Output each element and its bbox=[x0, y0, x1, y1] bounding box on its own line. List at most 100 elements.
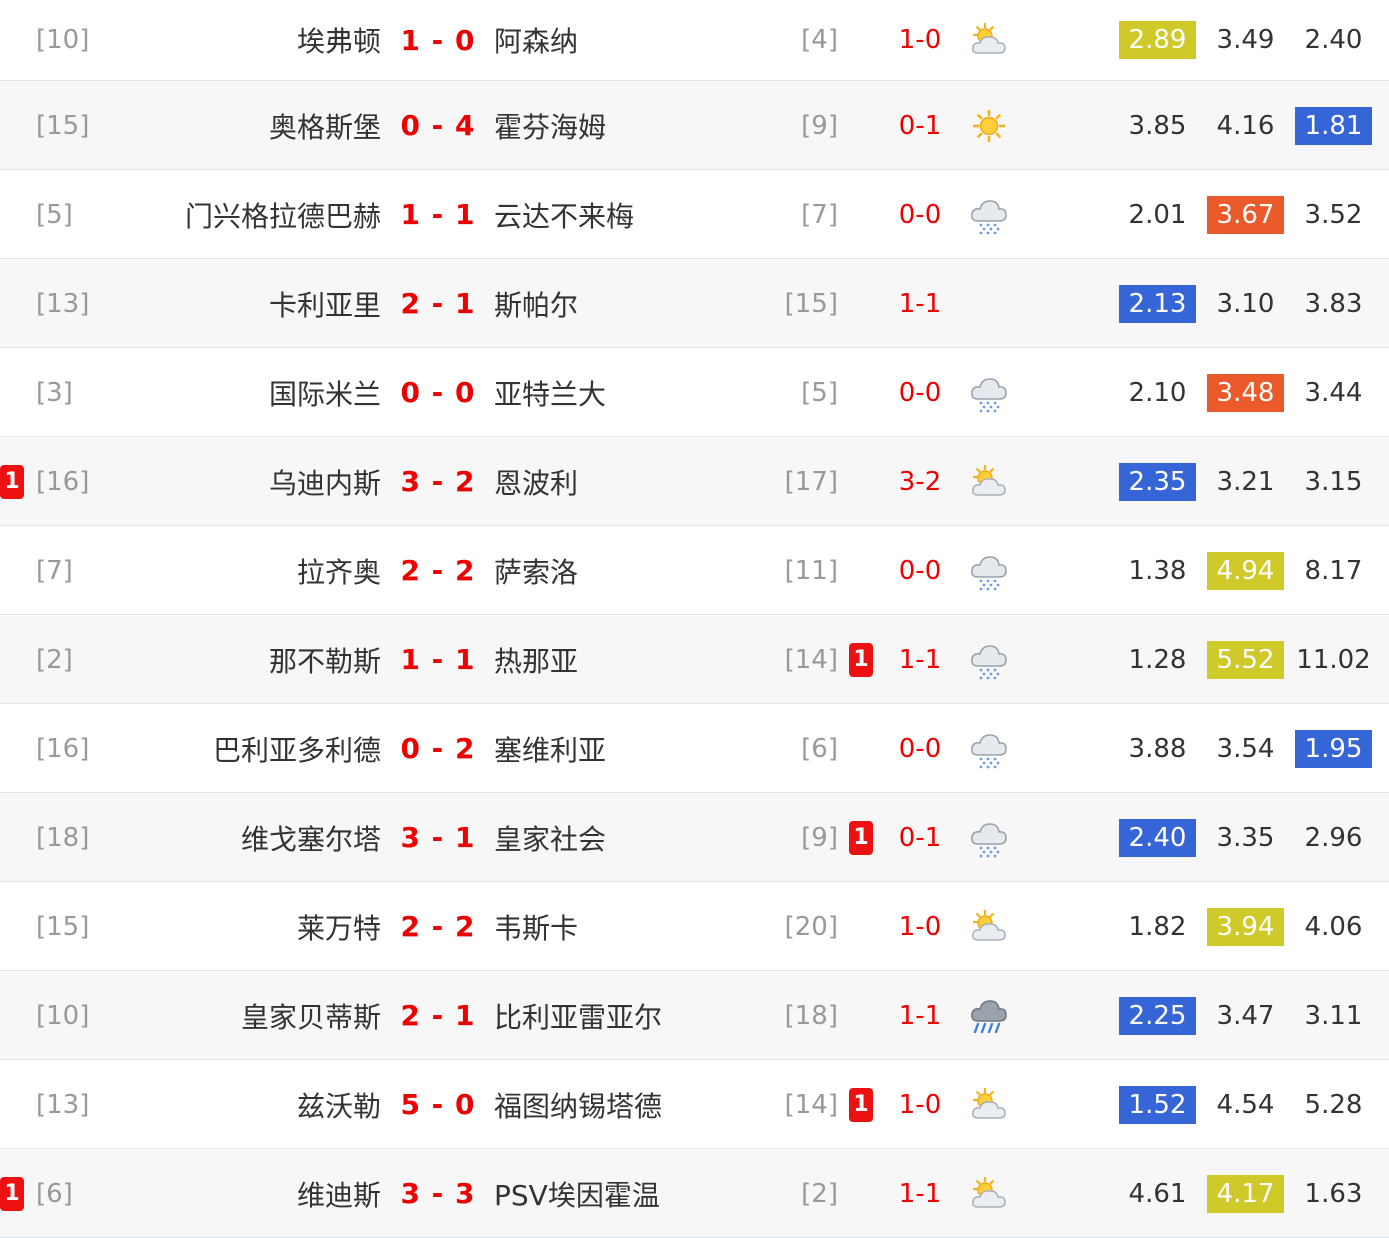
score[interactable]: 0 - 4 bbox=[396, 82, 480, 169]
match-row[interactable]: 1 [6] 维迪斯 3 - 3 PSV埃因霍温 [2] 1-1 4.61 4.1… bbox=[0, 1150, 1389, 1238]
weather-cell bbox=[969, 260, 1009, 347]
home-team[interactable]: 维戈塞尔塔 bbox=[241, 794, 381, 881]
away-team[interactable]: 亚特兰大 bbox=[494, 349, 606, 436]
match-row[interactable]: [18] 维戈塞尔塔 3 - 1 皇家社会 [9] 1 0-1 2.40 3.3… bbox=[0, 794, 1389, 882]
home-team[interactable]: 奥格斯堡 bbox=[269, 82, 381, 169]
odds-away[interactable]: 8.17 bbox=[1305, 556, 1363, 586]
home-team[interactable]: 那不勒斯 bbox=[269, 616, 381, 703]
odds-draw[interactable]: 3.47 bbox=[1217, 1001, 1275, 1031]
odds-draw[interactable]: 4.54 bbox=[1217, 1090, 1275, 1120]
odds-draw[interactable]: 4.16 bbox=[1217, 111, 1275, 141]
score[interactable]: 3 - 2 bbox=[396, 438, 480, 525]
match-row[interactable]: [5] 门兴格拉德巴赫 1 - 1 云达不来梅 [7] 0-0 2.01 3.6… bbox=[0, 171, 1389, 259]
away-team[interactable]: 萨索洛 bbox=[494, 527, 578, 614]
odds-away[interactable]: 2.40 bbox=[1305, 25, 1363, 55]
match-row[interactable]: [3] 国际米兰 0 - 0 亚特兰大 [5] 0-0 2.10 3.48 3.… bbox=[0, 349, 1389, 437]
match-row[interactable]: [13] 兹沃勒 5 - 0 福图纳锡塔德 [14] 1 1-0 1.52 4.… bbox=[0, 1061, 1389, 1149]
odds-draw[interactable]: 3.48 bbox=[1207, 373, 1284, 412]
odds-draw[interactable]: 3.10 bbox=[1217, 289, 1275, 319]
away-team[interactable]: 比利亚雷亚尔 bbox=[494, 972, 662, 1059]
home-team[interactable]: 门兴格拉德巴赫 bbox=[185, 171, 381, 258]
away-team[interactable]: 霍芬海姆 bbox=[494, 82, 606, 169]
odds-away[interactable]: 3.11 bbox=[1305, 1001, 1363, 1031]
score[interactable]: 3 - 3 bbox=[396, 1150, 480, 1237]
odds-draw[interactable]: 3.67 bbox=[1207, 195, 1284, 234]
score[interactable]: 1 - 0 bbox=[396, 0, 480, 80]
odds-away[interactable]: 3.44 bbox=[1305, 378, 1363, 408]
match-row[interactable]: [10] 埃弗顿 1 - 0 阿森纳 [4] 1-0 2.89 3.49 2.4… bbox=[0, 0, 1389, 81]
home-team[interactable]: 埃弗顿 bbox=[297, 0, 381, 80]
odds-away[interactable]: 2.96 bbox=[1305, 823, 1363, 853]
odds-away[interactable]: 1.95 bbox=[1295, 729, 1372, 768]
odds-home[interactable]: 3.85 bbox=[1129, 111, 1187, 141]
away-team[interactable]: 皇家社会 bbox=[494, 794, 606, 881]
score[interactable]: 1 - 1 bbox=[396, 616, 480, 703]
away-team[interactable]: 斯帕尔 bbox=[494, 260, 578, 347]
away-rank: [9] bbox=[801, 110, 838, 141]
odds-home[interactable]: 1.52 bbox=[1119, 1085, 1196, 1124]
odds-home[interactable]: 1.82 bbox=[1129, 912, 1187, 942]
odds-away[interactable]: 5.28 bbox=[1305, 1090, 1363, 1120]
score[interactable]: 0 - 0 bbox=[396, 349, 480, 436]
match-row[interactable]: [15] 奥格斯堡 0 - 4 霍芬海姆 [9] 0-1 3.85 4.16 1… bbox=[0, 82, 1389, 170]
odds-away[interactable]: 11.02 bbox=[1296, 645, 1370, 675]
away-team[interactable]: 恩波利 bbox=[494, 438, 578, 525]
match-row[interactable]: [7] 拉齐奥 2 - 2 萨索洛 [11] 0-0 1.38 4.94 8.1… bbox=[0, 527, 1389, 615]
home-team[interactable]: 兹沃勒 bbox=[297, 1061, 381, 1148]
home-team[interactable]: 卡利亚里 bbox=[269, 260, 381, 347]
odds-home[interactable]: 2.01 bbox=[1129, 200, 1187, 230]
odds-home[interactable]: 1.28 bbox=[1129, 645, 1187, 675]
match-row[interactable]: [15] 莱万特 2 - 2 韦斯卡 [20] 1-0 1.82 3.94 4.… bbox=[0, 883, 1389, 971]
score[interactable]: 3 - 1 bbox=[396, 794, 480, 881]
odds-draw[interactable]: 5.52 bbox=[1207, 640, 1284, 679]
odds-draw[interactable]: 4.17 bbox=[1207, 1174, 1284, 1213]
odds-draw[interactable]: 3.21 bbox=[1217, 467, 1275, 497]
odds-home[interactable]: 2.13 bbox=[1119, 284, 1196, 323]
score[interactable]: 2 - 1 bbox=[396, 260, 480, 347]
odds-home[interactable]: 2.25 bbox=[1119, 996, 1196, 1035]
match-row[interactable]: 1 [16] 乌迪内斯 3 - 2 恩波利 [17] 3-2 2.35 3.21… bbox=[0, 438, 1389, 526]
home-team[interactable]: 乌迪内斯 bbox=[269, 438, 381, 525]
odds-home[interactable]: 2.40 bbox=[1119, 818, 1196, 857]
away-team[interactable]: PSV埃因霍温 bbox=[494, 1150, 660, 1237]
odds-home[interactable]: 4.61 bbox=[1129, 1179, 1187, 1209]
home-team[interactable]: 皇家贝蒂斯 bbox=[241, 972, 381, 1059]
score[interactable]: 5 - 0 bbox=[396, 1061, 480, 1148]
match-row[interactable]: [10] 皇家贝蒂斯 2 - 1 比利亚雷亚尔 [18] 1-1 2.25 3.… bbox=[0, 972, 1389, 1060]
odds-away[interactable]: 4.06 bbox=[1305, 912, 1363, 942]
home-team[interactable]: 维迪斯 bbox=[297, 1150, 381, 1237]
odds-away[interactable]: 3.15 bbox=[1305, 467, 1363, 497]
away-team[interactable]: 塞维利亚 bbox=[494, 705, 606, 792]
score[interactable]: 1 - 1 bbox=[396, 171, 480, 258]
away-team[interactable]: 热那亚 bbox=[494, 616, 578, 703]
match-row[interactable]: [2] 那不勒斯 1 - 1 热那亚 [14] 1 1-1 1.28 5.52 … bbox=[0, 616, 1389, 704]
score[interactable]: 2 - 1 bbox=[396, 972, 480, 1059]
odds-home[interactable]: 2.89 bbox=[1119, 21, 1196, 59]
home-team[interactable]: 莱万特 bbox=[297, 883, 381, 970]
home-team[interactable]: 巴利亚多利德 bbox=[213, 705, 381, 792]
match-row[interactable]: [13] 卡利亚里 2 - 1 斯帕尔 [15] 1-1 2.13 3.10 3… bbox=[0, 260, 1389, 348]
odds-draw[interactable]: 3.49 bbox=[1217, 25, 1275, 55]
odds-draw[interactable]: 3.94 bbox=[1207, 907, 1284, 946]
odds-draw[interactable]: 4.94 bbox=[1207, 551, 1284, 590]
odds-home[interactable]: 3.88 bbox=[1129, 734, 1187, 764]
away-team[interactable]: 云达不来梅 bbox=[494, 171, 634, 258]
score[interactable]: 2 - 2 bbox=[396, 883, 480, 970]
away-team[interactable]: 韦斯卡 bbox=[494, 883, 578, 970]
odds-away[interactable]: 3.83 bbox=[1305, 289, 1363, 319]
score[interactable]: 2 - 2 bbox=[396, 527, 480, 614]
home-team[interactable]: 国际米兰 bbox=[269, 349, 381, 436]
odds-draw[interactable]: 3.54 bbox=[1217, 734, 1275, 764]
score[interactable]: 0 - 2 bbox=[396, 705, 480, 792]
odds-draw[interactable]: 3.35 bbox=[1217, 823, 1275, 853]
odds-away[interactable]: 1.63 bbox=[1305, 1179, 1363, 1209]
match-row[interactable]: [16] 巴利亚多利德 0 - 2 塞维利亚 [6] 0-0 3.88 3.54… bbox=[0, 705, 1389, 793]
away-team[interactable]: 阿森纳 bbox=[494, 0, 578, 80]
odds-home[interactable]: 1.38 bbox=[1129, 556, 1187, 586]
odds-away[interactable]: 3.52 bbox=[1305, 200, 1363, 230]
odds-away[interactable]: 1.81 bbox=[1295, 106, 1372, 145]
away-team[interactable]: 福图纳锡塔德 bbox=[494, 1061, 662, 1148]
home-team[interactable]: 拉齐奥 bbox=[297, 527, 381, 614]
odds-home[interactable]: 2.35 bbox=[1119, 462, 1196, 501]
odds-home[interactable]: 2.10 bbox=[1129, 378, 1187, 408]
